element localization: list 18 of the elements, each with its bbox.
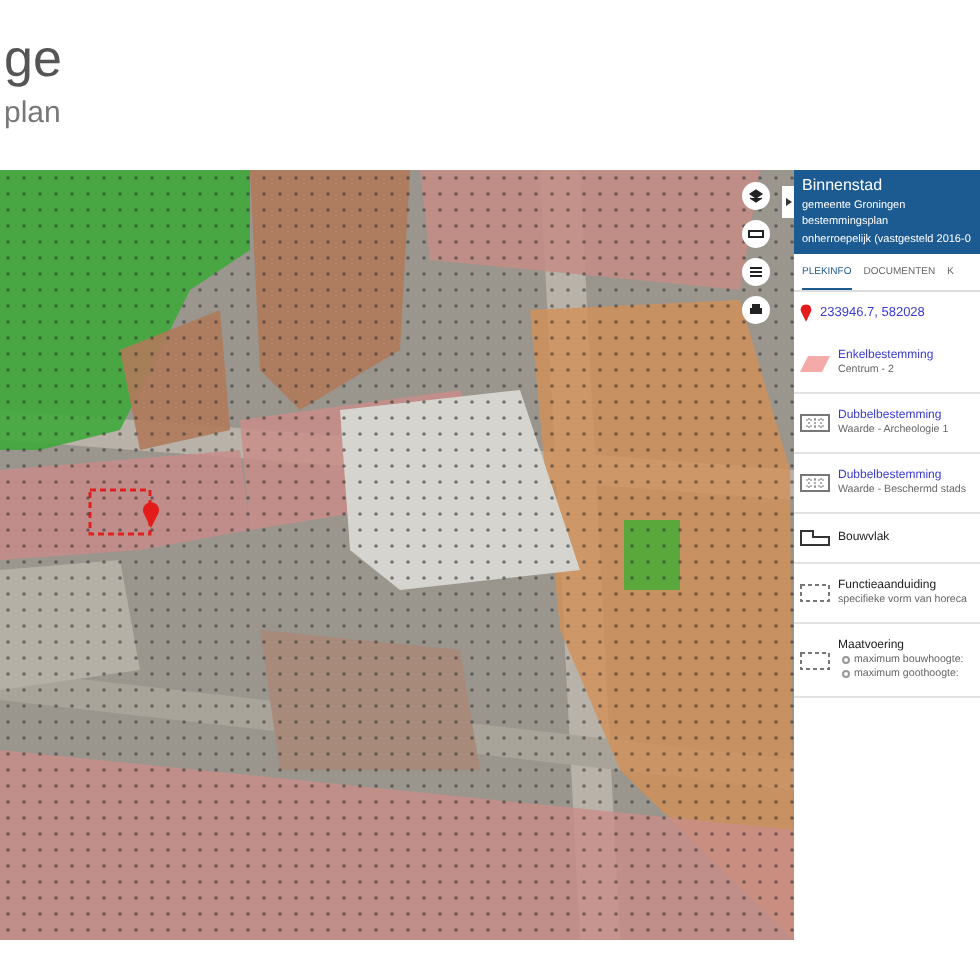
location-pin-icon	[800, 304, 812, 323]
legend-icon	[748, 226, 764, 242]
bullet-icon	[842, 656, 850, 665]
grid-box-icon	[800, 474, 830, 493]
page-subtitle: plan	[4, 96, 63, 130]
print-icon	[748, 302, 764, 318]
area-title: Binnenstad	[802, 176, 885, 196]
location-pin-icon	[142, 502, 160, 528]
dashed-box-icon	[800, 651, 830, 670]
bullet-icon	[842, 670, 850, 679]
panel-toggle[interactable]	[782, 186, 794, 218]
zone-swatch-icon	[800, 355, 830, 372]
layers-icon	[748, 188, 764, 204]
grid-box-icon	[800, 414, 830, 433]
page-title: ge	[4, 28, 64, 88]
building-outline-icon	[800, 530, 830, 547]
dashed-box-icon	[800, 584, 830, 603]
list-icon	[748, 264, 764, 280]
